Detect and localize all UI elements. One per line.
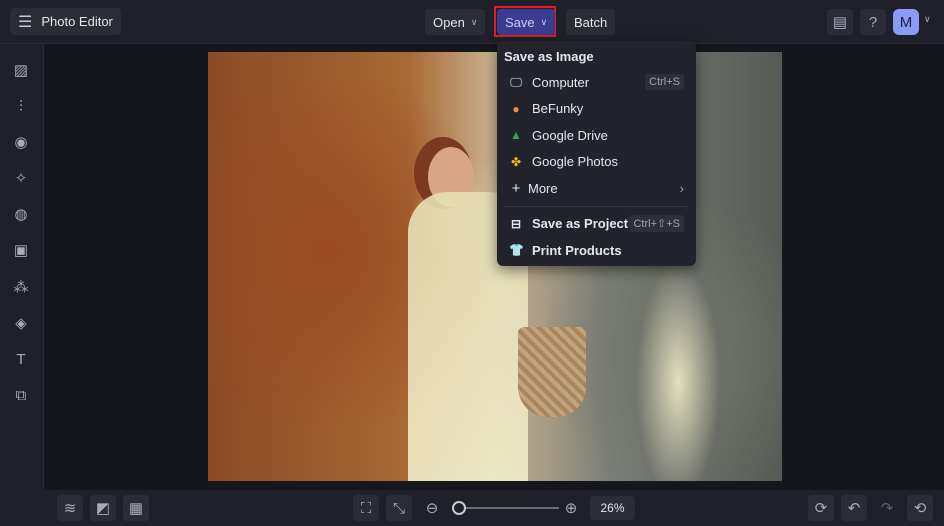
menu-item-google-photos[interactable]: ✤ Google Photos [497,149,696,176]
texture-icon[interactable]: ◈ [8,310,34,336]
avatar[interactable]: M [893,9,919,35]
menu-divider [505,205,688,207]
photo-basket [518,327,586,417]
menu-item-save-project[interactable]: ⊟ Save as Project Ctrl+⇧+S [497,211,696,238]
zoom-in-icon[interactable]: ⊕ [558,495,584,521]
comment-icon[interactable]: ▤ [827,9,853,35]
item-label: Google Photos [532,154,619,170]
hamburger-icon: ☰ [18,13,33,31]
menu-button[interactable]: ☰ Photo Editor [10,8,121,35]
bottom-bar: ≋ ◩ ▦ ⛶ ⤡ ⊖ ⊕ 26% ⟳ ↶ ↷ ⟲ [0,490,944,526]
layers-icon[interactable]: ≋ [57,495,83,521]
batch-button[interactable]: Batch [566,9,616,35]
app-title: Photo Editor [41,14,113,29]
item-label: Save as Project [532,216,629,232]
eye-icon[interactable]: ◉ [8,129,34,155]
save-dropdown-menu: Save as Image 🖵 Computer Ctrl+S ● BeFunky ▲… [497,41,696,266]
rotate-icon[interactable]: ⟳ [808,495,834,521]
open-button[interactable]: Open ∨ [425,9,486,35]
chevron-right-icon: › [679,180,684,196]
plus-icon: + [511,179,521,197]
save-button[interactable]: Save ∨ [497,9,556,35]
menu-item-google-drive[interactable]: ▲ Google Drive [497,122,696,149]
befunky-icon: ● [512,101,520,116]
monitor-icon: 🖵 [510,74,522,89]
menu-item-print-products[interactable]: 👕 Print Products [497,237,696,264]
palette-icon[interactable]: ◍ [8,201,34,227]
chevron-down-icon: ∨ [470,16,478,27]
compare-icon[interactable]: ◩ [90,495,116,521]
avatar-initial: M [899,13,913,31]
chevron-down-icon: ∨ [540,16,548,27]
overlay-icon[interactable]: ⧉ [8,382,34,408]
save-label: Save [505,14,535,30]
redo-icon[interactable]: ↷ [874,495,900,521]
adjust-icon[interactable]: ⫶ [8,93,34,119]
item-label: Computer [532,74,590,90]
briefcase-icon: ⊟ [510,216,522,231]
item-label: BeFunky [532,101,584,117]
top-bar: ☰ Photo Editor Open ∨ Save ∨ Batch ▤ ? M… [0,0,944,44]
menu-item-computer[interactable]: 🖵 Computer Ctrl+S [497,69,696,96]
fullscreen-icon[interactable]: ⛶ [353,495,379,521]
zoom-percent: 26% [600,501,625,515]
shortcut: Ctrl+S [645,74,684,91]
zoom-slider[interactable] [459,507,559,509]
menu-heading: Save as Image [504,49,594,64]
frame-icon[interactable]: ▣ [8,237,34,263]
history-icon[interactable]: ⟲ [907,495,933,521]
fit-screen-icon[interactable]: ⤡ [386,495,412,521]
menu-item-more[interactable]: + More › [497,175,696,202]
effects-icon[interactable]: ✧ [8,165,34,191]
chevron-down-icon[interactable]: ∨ [924,14,931,25]
text-icon[interactable]: T [8,346,34,372]
zoom-out-icon[interactable]: ⊖ [419,495,445,521]
shortcut: Ctrl+⇧+S [629,215,684,233]
tool-sidebar: ▨ ⫶ ◉ ✧ ◍ ▣ ⁂ ◈ T ⧉ [0,44,44,490]
item-label: More [528,180,558,196]
item-label: Print Products [532,242,622,258]
batch-label: Batch [574,14,608,30]
open-label: Open [433,14,465,30]
tshirt-icon: 👕 [509,243,524,258]
graphics-icon[interactable]: ⁂ [8,274,34,300]
help-icon[interactable]: ? [860,9,886,35]
item-label: Google Drive [532,127,608,143]
google-photos-icon: ✤ [510,154,522,169]
zoom-value[interactable]: 26% [590,496,635,520]
grid-icon[interactable]: ▦ [123,495,149,521]
zoom-slider-handle[interactable] [452,501,466,515]
image-icon[interactable]: ▨ [8,57,34,83]
undo-icon[interactable]: ↶ [841,495,867,521]
google-drive-icon: ▲ [510,128,522,143]
menu-item-befunky[interactable]: ● BeFunky [497,96,696,123]
